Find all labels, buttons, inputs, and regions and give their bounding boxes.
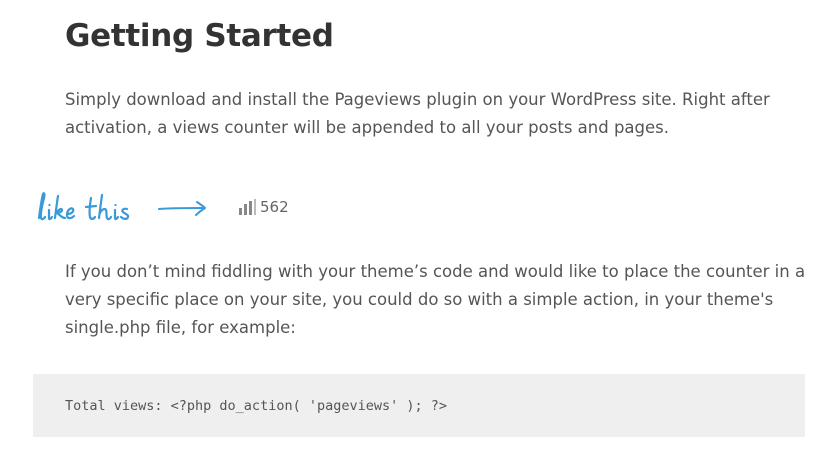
handwritten-like-this xyxy=(37,192,130,221)
counter-demo: 562 xyxy=(33,184,433,234)
bar-chart-icon xyxy=(239,199,256,215)
code-snippet[interactable]: Total views: <?php do_action( 'pageviews… xyxy=(65,398,447,414)
views-counter: 562 xyxy=(238,197,289,217)
instructions-paragraph: If you don’t mind fiddling with your the… xyxy=(65,262,806,337)
arrow-right-icon xyxy=(158,201,206,216)
intro-paragraph: Simply download and install the Pageview… xyxy=(65,90,770,137)
code-block: Total views: <?php do_action( 'pageviews… xyxy=(33,374,805,437)
page-title: Getting Started xyxy=(65,18,334,54)
views-count: 562 xyxy=(260,198,289,216)
